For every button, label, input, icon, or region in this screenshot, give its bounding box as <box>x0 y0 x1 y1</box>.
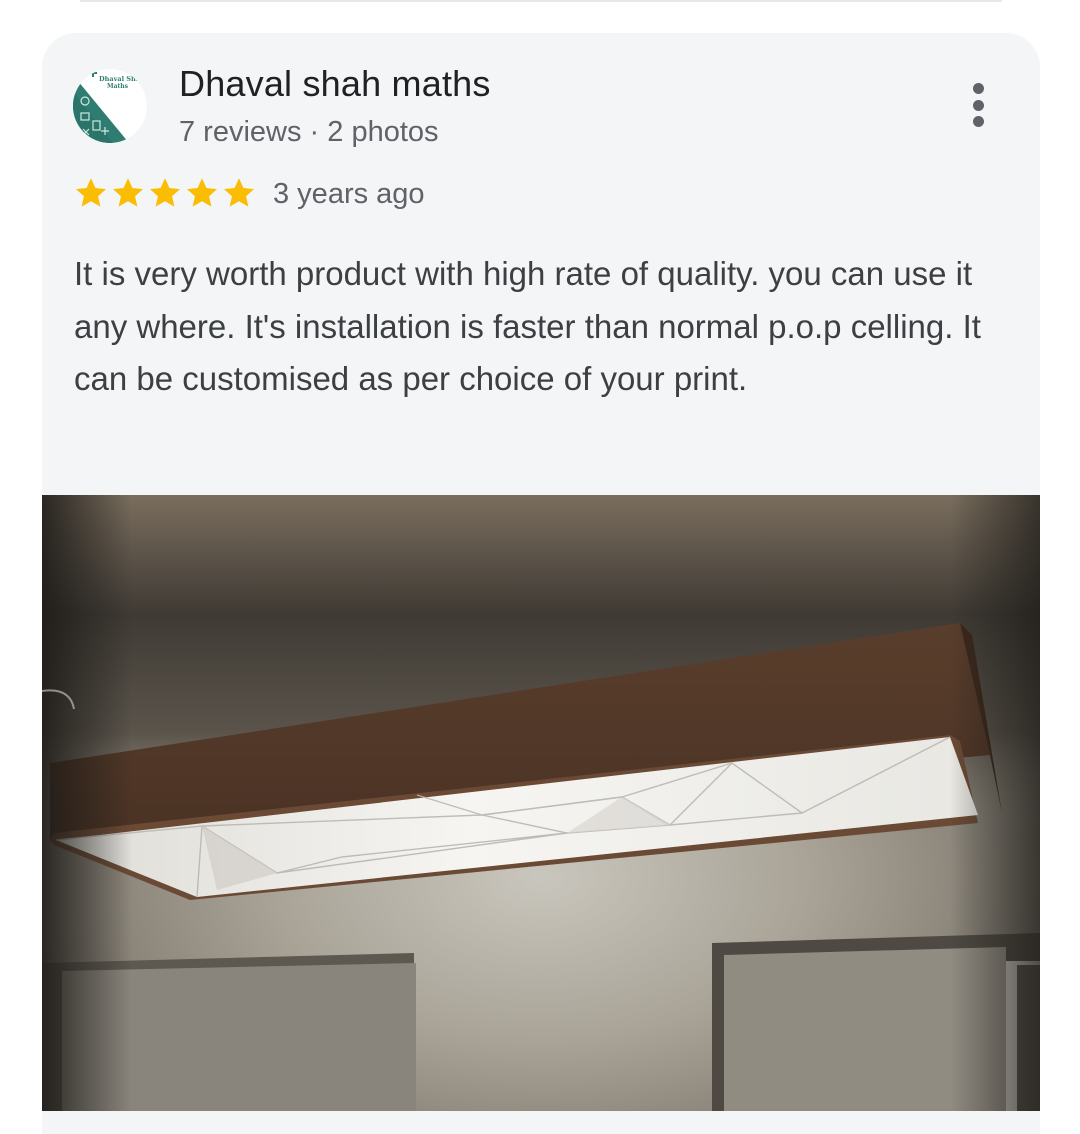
more-vert-icon-dot <box>972 116 984 127</box>
avatar[interactable]: Dhaval Sha Maths <box>73 69 147 143</box>
star-icon <box>187 178 217 207</box>
star-icon <box>113 178 143 207</box>
review-age: 3 years ago <box>273 178 425 210</box>
star-icon <box>150 178 180 207</box>
avatar-logo: Dhaval Sha Maths <box>73 69 147 143</box>
review-photo[interactable] <box>42 495 1040 1111</box>
reviewer-name[interactable]: Dhaval shah maths <box>179 63 491 105</box>
more-options-button[interactable] <box>958 77 998 133</box>
review-card: Dhaval Sha Maths Dhaval shah maths 7 rev… <box>42 33 1040 1111</box>
reviewer-meta: 7 reviews · 2 photos <box>179 116 439 148</box>
review-text: It is very worth product with high rate … <box>74 255 981 397</box>
star-icon <box>224 178 254 207</box>
avatar-text-line2: Maths <box>107 83 129 90</box>
more-vert-icon-dot <box>972 99 984 111</box>
bottom-divider <box>42 1111 1040 1134</box>
top-divider <box>80 0 1002 2</box>
star-rating <box>73 175 257 211</box>
star-icon <box>76 178 106 207</box>
avatar-text-line1: Dhaval Sha <box>99 75 141 83</box>
more-vert-icon-dot <box>972 83 984 94</box>
